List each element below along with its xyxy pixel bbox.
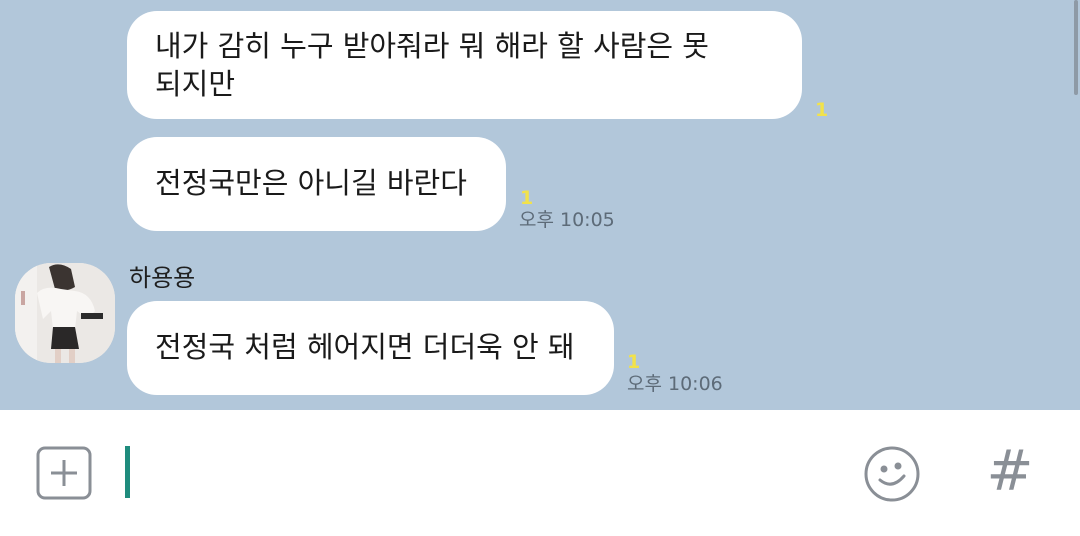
plus-square-icon [36, 446, 92, 500]
unread-count: 1 [520, 187, 534, 209]
message-input[interactable] [140, 440, 840, 504]
message-bubble[interactable]: 전정국 처럼 헤어지면 더더욱 안 돼 [127, 301, 614, 395]
hash-icon: # [986, 439, 1034, 504]
message-bubble[interactable]: 전정국만은 아니길 바란다 [127, 137, 506, 231]
add-attachment-button[interactable] [36, 446, 92, 500]
smiley-icon [864, 446, 920, 502]
sender-avatar[interactable] [15, 263, 115, 363]
profile-photo [15, 263, 115, 363]
unread-count: 1 [815, 99, 829, 121]
text-cursor [125, 446, 130, 498]
chat-area[interactable]: 내가 감히 누구 받아줘라 뭐 해라 할 사람은 못 되지만 1 전정국만은 아… [0, 0, 1080, 410]
emoji-button[interactable] [862, 444, 922, 504]
hashtag-button[interactable]: # [985, 440, 1035, 504]
message-text: 전정국 처럼 헤어지면 더더욱 안 돼 [155, 330, 575, 364]
sender-name: 하용용 [129, 264, 196, 292]
message-timestamp: 오후 10:06 [627, 373, 723, 395]
message-timestamp: 오후 10:05 [519, 209, 615, 231]
unread-count: 1 [627, 351, 641, 373]
message-text: 전정국만은 아니길 바란다 [155, 166, 467, 200]
scrollbar[interactable] [1074, 0, 1078, 95]
message-text: 내가 감히 누구 받아줘라 뭐 해라 할 사람은 못 되지만 [155, 29, 709, 101]
message-bubble[interactable]: 내가 감히 누구 받아줘라 뭐 해라 할 사람은 못 되지만 [127, 11, 802, 119]
